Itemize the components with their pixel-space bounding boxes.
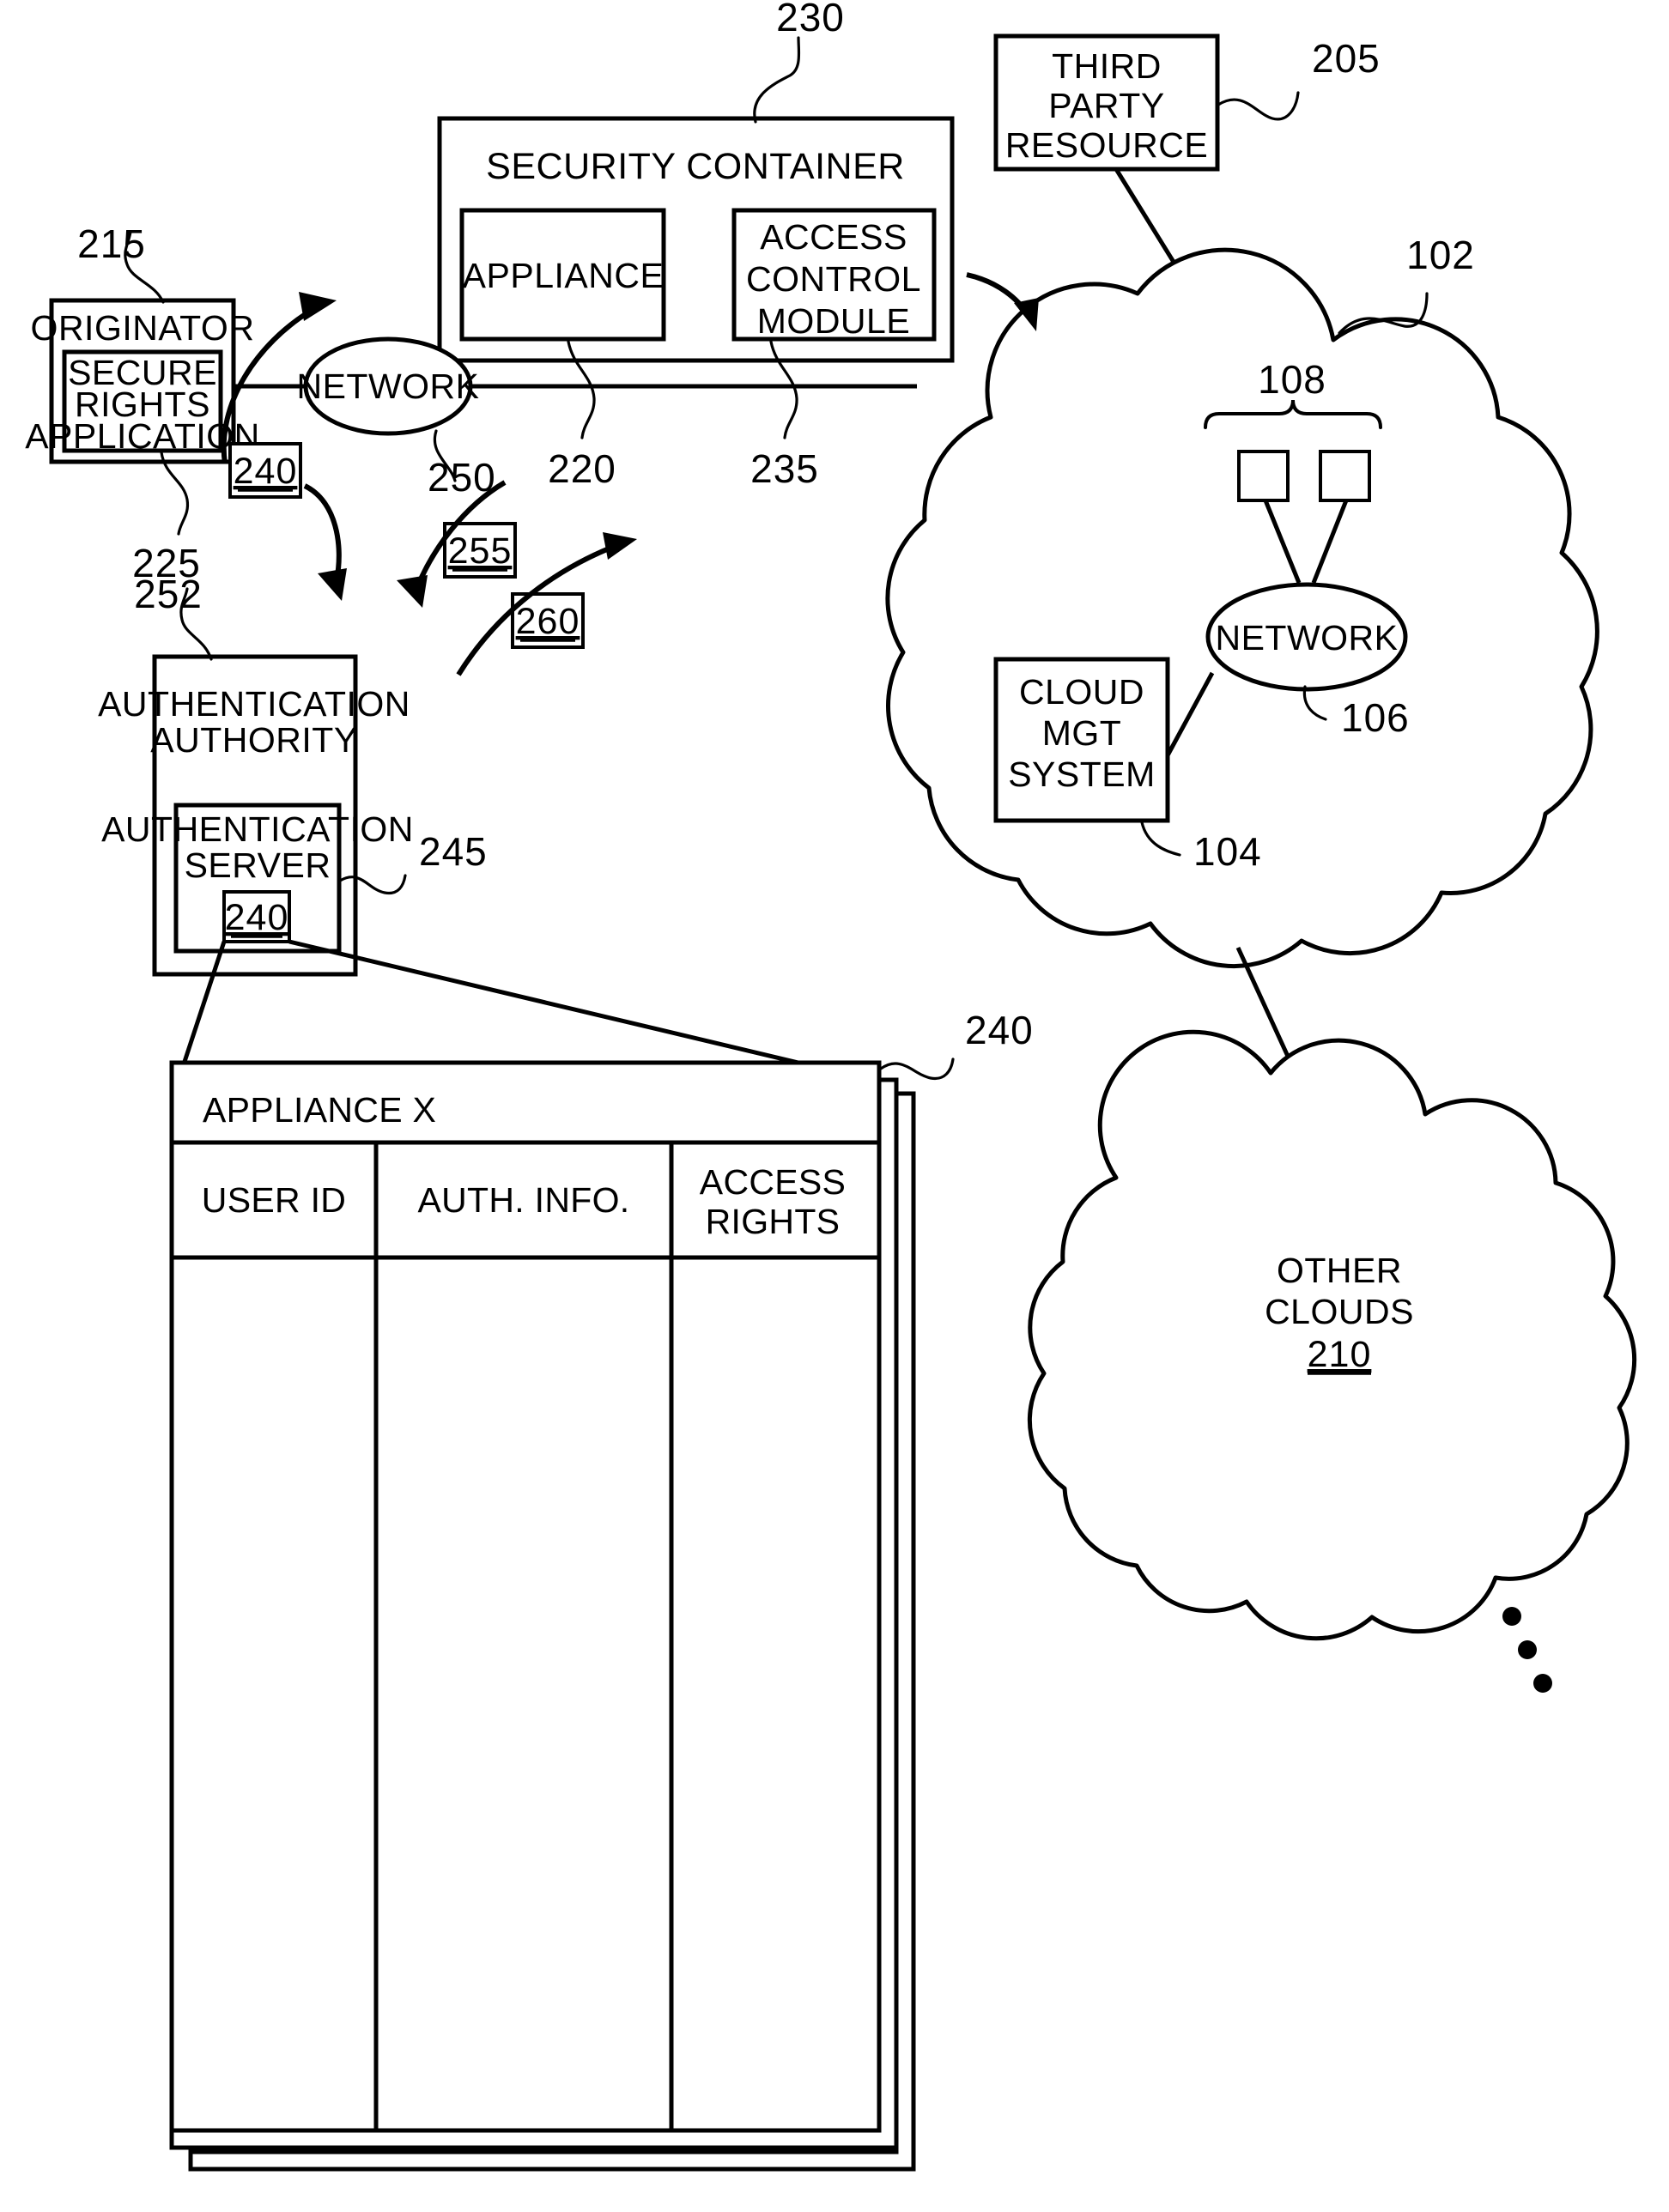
authentication-authority-line2: AUTHORITY: [150, 720, 357, 760]
ref-108-label: 108: [1258, 357, 1326, 402]
ref-tag-240-top-label: 240: [234, 451, 298, 492]
arrowhead-flow-255: [397, 575, 428, 608]
cloud-mgt-system-label-line2: MGT: [1042, 713, 1122, 753]
ref-230-group: 230: [753, 0, 845, 124]
ref-240-table-label: 240: [965, 1008, 1034, 1052]
ref-245-label: 245: [419, 829, 488, 874]
ref-tag-260-label: 260: [516, 601, 580, 642]
ref-220-label: 220: [548, 446, 616, 491]
table-title: APPLIANCE X: [203, 1090, 436, 1130]
ref-252-label: 252: [134, 572, 203, 616]
patent-figure-canvas: SECURITY CONTAINER APPLIANCE ACCESS CONT…: [0, 0, 1669, 2212]
access-control-module-label-line1: ACCESS: [760, 217, 907, 257]
ref-205-label: 205: [1312, 36, 1381, 81]
cloud-network-label: NETWORK: [1215, 618, 1398, 658]
security-container-label: SECURITY CONTAINER: [486, 146, 905, 187]
ref-102-label: 102: [1406, 233, 1475, 277]
ref-tag-255: 255: [443, 522, 517, 579]
ref-220-group: 220: [548, 340, 616, 491]
third-party-resource-label-line1: THIRD: [1052, 46, 1162, 86]
ref-235-label: 235: [750, 446, 819, 491]
ref-240-table-group: 240: [879, 1008, 1034, 1081]
cloud-resource-node-2: [1319, 450, 1371, 502]
ref-106-label: 106: [1341, 695, 1410, 740]
table-col-header-access-rights-line2: RIGHTS: [706, 1202, 841, 1241]
table-col-header-user-id: USER ID: [202, 1180, 346, 1220]
third-party-resource-group: THIRD PARTY RESOURCE: [993, 33, 1220, 172]
cloud-mgt-system-label-line1: CLOUD: [1019, 672, 1144, 712]
other-clouds-ref: 210: [1308, 1334, 1372, 1375]
ref-250-group: 250: [428, 429, 495, 500]
arrowhead-originator-to-container: [299, 292, 337, 321]
ellipsis-dot-2: [1518, 1640, 1537, 1659]
access-control-module-label-line2: CONTROL: [746, 259, 921, 299]
authentication-server-line1: AUTHENTICATION: [101, 809, 414, 849]
ellipsis-dot-3: [1533, 1674, 1552, 1693]
ref-235-group: 235: [750, 340, 819, 491]
ref-tag-255-label: 255: [448, 530, 513, 572]
other-clouds-line2: CLOUDS: [1265, 1292, 1414, 1331]
access-control-module-label-line3: MODULE: [757, 301, 910, 341]
arrowhead-flow-240: [318, 568, 347, 601]
ellipsis-dot-1: [1502, 1607, 1521, 1626]
network-main-label: NETWORK: [296, 367, 479, 406]
ref-tag-240-top: 240: [228, 442, 302, 499]
other-clouds-line1: OTHER: [1277, 1251, 1402, 1290]
arrowhead-flow-260: [603, 532, 637, 560]
cloud-resource-node-1: [1237, 450, 1290, 502]
ref-215-label: 215: [77, 221, 146, 266]
ref-tag-240-server-label: 240: [225, 897, 289, 938]
authentication-authority-line1: AUTHENTICATION: [98, 684, 410, 724]
security-container-group: SECURITY CONTAINER APPLIANCE ACCESS CONT…: [437, 116, 955, 363]
table-col-header-auth-info: AUTH. INFO.: [417, 1180, 629, 1220]
authentication-server-line2: SERVER: [185, 845, 331, 885]
ref-215-group: 215: [77, 221, 165, 304]
authentication-authority-group: AUTHENTICATION AUTHORITY AUTHENTICATION …: [98, 654, 414, 977]
appliance-label: APPLIANCE: [463, 256, 665, 295]
ellipsis-dots-group: [1502, 1607, 1552, 1693]
other-clouds-group: OTHER CLOUDS 210: [1027, 1029, 1637, 1641]
ref-230-label: 230: [776, 0, 845, 39]
cloud-mgt-system-label-line3: SYSTEM: [1008, 755, 1156, 794]
ref-252-group: 252: [134, 572, 213, 661]
third-party-resource-label-line2: PARTY: [1048, 86, 1164, 125]
diagram-svg: SECURITY CONTAINER APPLIANCE ACCESS CONT…: [25, 0, 1637, 2172]
originator-label: ORIGINATOR: [31, 308, 255, 348]
ref-225-group: 225: [132, 451, 200, 585]
third-party-resource-label-line3: RESOURCE: [1005, 125, 1208, 165]
flow-arrow-240: [303, 483, 347, 601]
table-col-header-access-rights-line1: ACCESS: [700, 1162, 846, 1202]
callout-line-right: [288, 939, 875, 1083]
ref-104-label: 104: [1193, 829, 1262, 874]
ref-205-group: 205: [1217, 36, 1381, 121]
rights-table-group: APPLIANCE X USER ID AUTH. INFO. ACCESS R…: [169, 1060, 916, 2172]
